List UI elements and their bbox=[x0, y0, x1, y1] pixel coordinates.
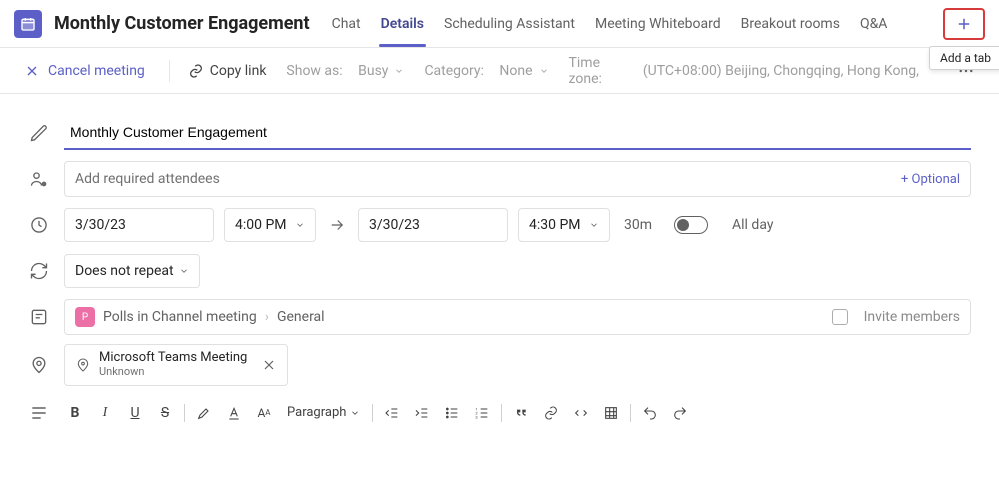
toolbar-separator bbox=[372, 404, 373, 422]
italic-button[interactable]: I bbox=[94, 402, 116, 424]
meeting-toolbar: Cancel meeting Copy link Show as: Busy C… bbox=[0, 48, 999, 94]
end-time-input[interactable]: 4:30 PM bbox=[518, 208, 610, 242]
meeting-title-header: Monthly Customer Engagement bbox=[54, 13, 310, 34]
chevron-down-icon bbox=[350, 408, 360, 418]
calendar-app-icon bbox=[14, 10, 42, 38]
datetime-row: 3/30/23 4:00 PM 3/30/23 4:30 PM 30m All … bbox=[0, 202, 999, 248]
people-icon bbox=[28, 169, 50, 189]
add-optional-button[interactable]: + Optional bbox=[901, 172, 960, 187]
category-value: None bbox=[499, 63, 532, 79]
tab-strip: Chat Details Scheduling Assistant Meetin… bbox=[322, 0, 935, 47]
location-text: Microsoft Teams Meeting Unknown bbox=[99, 351, 247, 379]
channel-name: Polls in Channel meeting bbox=[103, 309, 257, 325]
tab-breakout-rooms[interactable]: Breakout rooms bbox=[731, 0, 850, 47]
start-date-input[interactable]: 3/30/23 bbox=[64, 208, 214, 242]
toolbar-separator bbox=[184, 404, 185, 422]
channel-sub: General bbox=[277, 309, 325, 325]
channel-avatar-icon: P bbox=[75, 307, 95, 327]
timezone-value: (UTC+08:00) Beijing, Chongqing, Hong Kon… bbox=[643, 63, 923, 79]
timezone-label: Time zone: bbox=[569, 55, 628, 87]
strikethrough-button[interactable]: S bbox=[154, 402, 176, 424]
toolbar-separator bbox=[169, 60, 170, 82]
font-size-button[interactable]: AA bbox=[253, 402, 275, 424]
add-tab-button[interactable] bbox=[943, 8, 985, 40]
all-day-label: All day bbox=[732, 217, 773, 233]
redo-button[interactable] bbox=[669, 402, 691, 424]
all-day-toggle[interactable] bbox=[674, 216, 708, 234]
underline-button[interactable]: U bbox=[124, 402, 146, 424]
close-icon bbox=[24, 63, 40, 79]
recurrence-row: Does not repeat bbox=[0, 248, 999, 294]
cancel-meeting-button[interactable]: Cancel meeting bbox=[14, 48, 159, 93]
meeting-form: Add required attendees + Optional 3/30/2… bbox=[0, 94, 999, 436]
quote-button[interactable] bbox=[510, 402, 532, 424]
channel-icon bbox=[28, 307, 50, 327]
copy-link-label: Copy link bbox=[210, 63, 267, 79]
rich-text-toolbar: B I U S AA Paragraph 123 bbox=[64, 396, 971, 430]
increase-indent-button[interactable] bbox=[411, 402, 433, 424]
highlight-button[interactable] bbox=[193, 402, 215, 424]
show-as-label: Show as: bbox=[286, 63, 342, 79]
clock-icon bbox=[28, 215, 50, 235]
bulleted-list-button[interactable] bbox=[441, 402, 463, 424]
channel-selector[interactable]: P Polls in Channel meeting › General Inv… bbox=[64, 299, 971, 335]
attendees-placeholder: Add required attendees bbox=[75, 171, 901, 187]
decrease-indent-button[interactable] bbox=[381, 402, 403, 424]
toolbar-separator bbox=[630, 404, 631, 422]
tab-details[interactable]: Details bbox=[371, 0, 434, 47]
cancel-meeting-label: Cancel meeting bbox=[48, 63, 145, 79]
font-color-button[interactable] bbox=[223, 402, 245, 424]
timezone-dropdown[interactable]: Time zone: (UTC+08:00) Beijing, Chongqin… bbox=[561, 51, 931, 91]
toolbar-separator bbox=[501, 404, 502, 422]
location-row: Microsoft Teams Meeting Unknown bbox=[0, 340, 999, 390]
description-row: B I U S AA Paragraph 123 bbox=[0, 390, 999, 436]
link-icon bbox=[188, 63, 204, 79]
svg-text:3: 3 bbox=[476, 414, 478, 419]
show-as-dropdown[interactable]: Show as: Busy bbox=[278, 59, 412, 83]
meeting-title-input[interactable] bbox=[64, 116, 971, 150]
attendees-row: Add required attendees + Optional bbox=[0, 156, 999, 202]
breadcrumb-chevron-icon: › bbox=[265, 309, 269, 325]
add-tab-tooltip: Add a tab bbox=[929, 46, 999, 70]
channel-row: P Polls in Channel meeting › General Inv… bbox=[0, 294, 999, 340]
chevron-down-icon bbox=[539, 66, 549, 76]
paragraph-style-dropdown[interactable]: Paragraph bbox=[283, 405, 364, 420]
add-tab-wrapper: Add a tab bbox=[935, 8, 985, 40]
location-chip[interactable]: Microsoft Teams Meeting Unknown bbox=[64, 344, 288, 386]
insert-table-button[interactable] bbox=[600, 402, 622, 424]
show-as-value: Busy bbox=[358, 63, 388, 79]
description-icon bbox=[28, 403, 50, 423]
copy-link-button[interactable]: Copy link bbox=[180, 59, 275, 83]
undo-button[interactable] bbox=[639, 402, 661, 424]
bold-button[interactable]: B bbox=[64, 402, 86, 424]
tab-qa[interactable]: Q&A bbox=[850, 0, 897, 47]
remove-location-button[interactable] bbox=[261, 357, 277, 373]
chevron-down-icon bbox=[295, 220, 305, 230]
chevron-down-icon bbox=[394, 66, 404, 76]
start-time-input[interactable]: 4:00 PM bbox=[224, 208, 316, 242]
header-bar: Monthly Customer Engagement Chat Details… bbox=[0, 0, 999, 48]
numbered-list-button[interactable]: 123 bbox=[471, 402, 493, 424]
title-row bbox=[0, 110, 999, 156]
location-pin-icon bbox=[75, 357, 91, 373]
required-attendees-input[interactable]: Add required attendees + Optional bbox=[64, 161, 971, 197]
duration-label: 30m bbox=[624, 217, 652, 233]
invite-members-checkbox[interactable] bbox=[832, 309, 848, 325]
chevron-down-icon bbox=[589, 220, 599, 230]
tab-scheduling-assistant[interactable]: Scheduling Assistant bbox=[434, 0, 585, 47]
invite-members-label: Invite members bbox=[864, 309, 960, 325]
category-dropdown[interactable]: Category: None bbox=[416, 59, 556, 83]
end-date-input[interactable]: 3/30/23 bbox=[358, 208, 508, 242]
insert-link-button[interactable] bbox=[540, 402, 562, 424]
tab-chat[interactable]: Chat bbox=[322, 0, 371, 47]
pencil-icon bbox=[28, 123, 50, 143]
recurrence-icon bbox=[28, 261, 50, 281]
location-icon bbox=[28, 355, 50, 375]
category-label: Category: bbox=[424, 63, 483, 79]
arrow-right-icon bbox=[326, 216, 348, 234]
code-block-button[interactable] bbox=[570, 402, 592, 424]
chevron-down-icon bbox=[179, 266, 189, 276]
recurrence-dropdown[interactable]: Does not repeat bbox=[64, 254, 200, 288]
tab-meeting-whiteboard[interactable]: Meeting Whiteboard bbox=[585, 0, 731, 47]
